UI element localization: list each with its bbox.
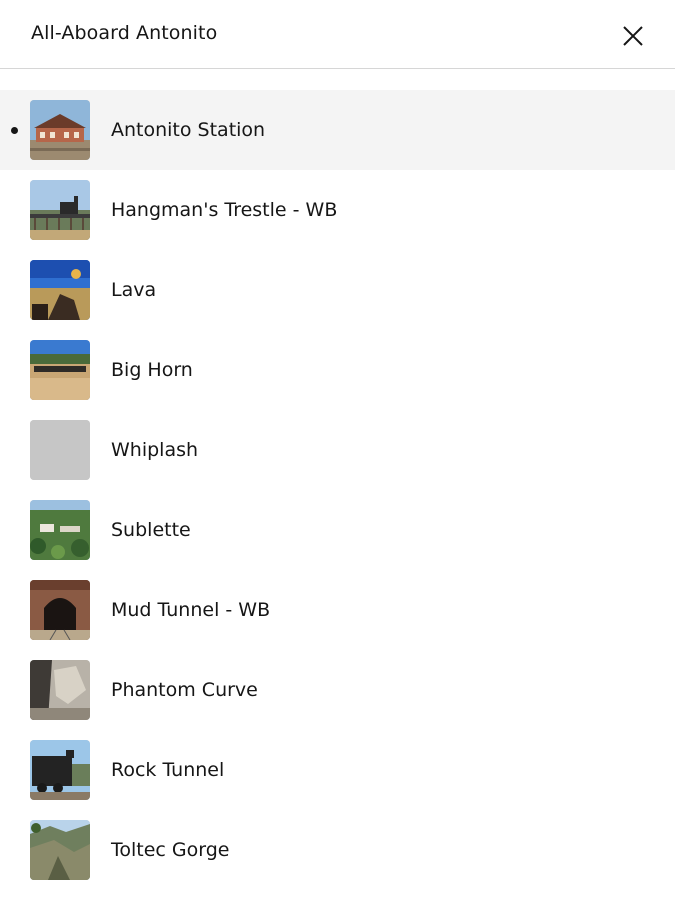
list-item-phantom-curve[interactable]: Phantom Curve	[0, 650, 675, 730]
list-item-lava[interactable]: Lava	[0, 250, 675, 330]
trestle-thumbnail	[30, 180, 90, 240]
phantom-curve-thumbnail	[30, 660, 90, 720]
gorge-thumbnail	[30, 820, 90, 880]
current-stop-indicator	[11, 127, 18, 134]
locomotive-thumbnail	[30, 740, 90, 800]
list-item-hangmans-trestle[interactable]: Hangman's Trestle - WB	[0, 170, 675, 250]
list-item-label: Hangman's Trestle - WB	[111, 199, 338, 221]
list-item-label: Antonito Station	[111, 119, 266, 141]
list-item-whiplash[interactable]: Whiplash	[0, 410, 675, 490]
list-item-label: Phantom Curve	[111, 679, 258, 701]
list-item-label: Lava	[111, 279, 157, 301]
page-title: All-Aboard Antonito	[31, 22, 218, 44]
list-item-sublette[interactable]: Sublette	[0, 490, 675, 570]
list-item-label: Rock Tunnel	[111, 759, 225, 781]
list-item-antonito-station[interactable]: Antonito Station	[0, 90, 675, 170]
close-button[interactable]	[621, 24, 645, 48]
stop-list: Antonito Station Hangman's Trestle - WB	[0, 90, 675, 890]
list-item-label: Toltec Gorge	[111, 839, 230, 861]
tunnel-thumbnail	[30, 580, 90, 640]
list-item-rock-tunnel[interactable]: Rock Tunnel	[0, 730, 675, 810]
header-bar: All-Aboard Antonito	[0, 0, 675, 69]
sublette-thumbnail	[30, 500, 90, 560]
list-item-mud-tunnel[interactable]: Mud Tunnel - WB	[0, 570, 675, 650]
list-item-big-horn[interactable]: Big Horn	[0, 330, 675, 410]
close-icon	[623, 26, 643, 46]
lava-thumbnail	[30, 260, 90, 320]
list-item-label: Sublette	[111, 519, 191, 541]
big-horn-thumbnail	[30, 340, 90, 400]
list-item-label: Whiplash	[111, 439, 199, 461]
list-item-label: Big Horn	[111, 359, 193, 381]
list-item-label: Mud Tunnel - WB	[111, 599, 271, 621]
placeholder-thumbnail	[30, 420, 90, 480]
list-item-toltec-gorge[interactable]: Toltec Gorge	[0, 810, 675, 890]
station-building-thumbnail	[30, 100, 90, 160]
